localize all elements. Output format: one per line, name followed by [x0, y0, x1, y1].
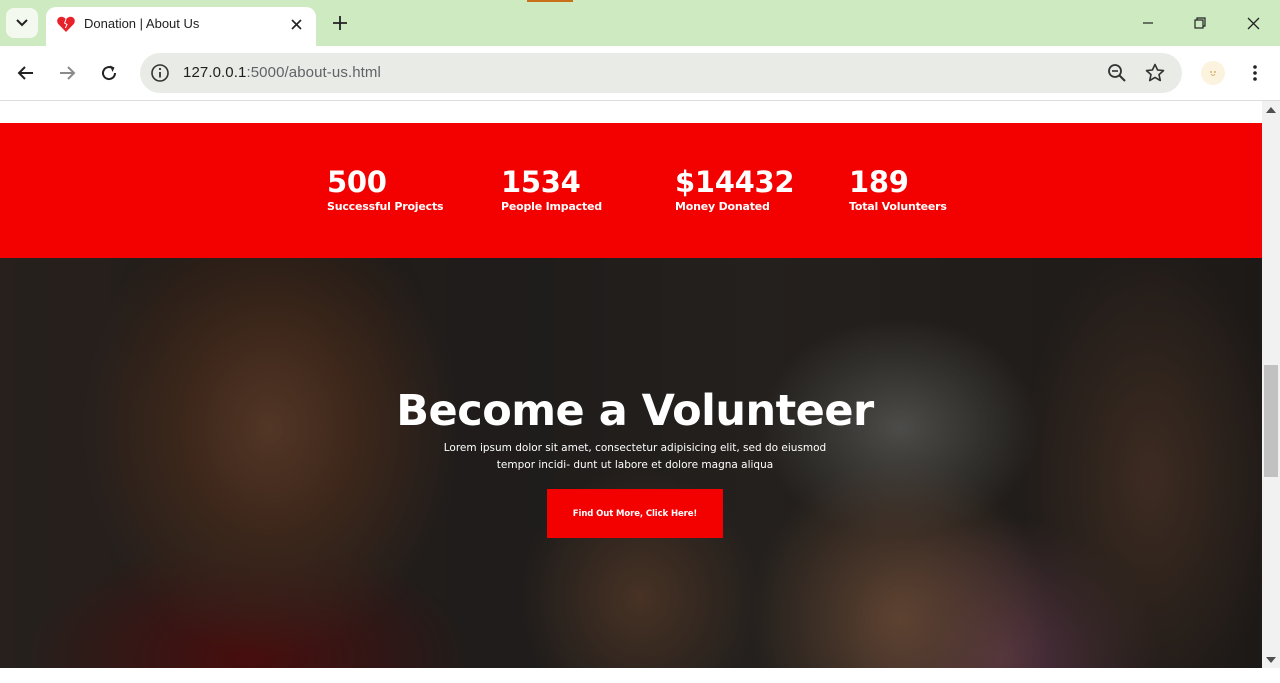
- stat-label: Successful Projects: [327, 200, 444, 213]
- browser-tab-active[interactable]: Donation | About Us: [46, 7, 316, 46]
- browser-menu-button[interactable]: [1243, 61, 1267, 85]
- stat-item: 500 Successful Projects: [327, 165, 444, 214]
- hero-text-line: Lorem ipsum dolor sit amet, consectetur …: [443, 442, 827, 454]
- scroll-down-arrow-icon[interactable]: [1266, 657, 1276, 663]
- minimize-icon: [1143, 22, 1153, 24]
- stat-item: 1534 People Impacted: [501, 165, 602, 214]
- stat-value: 1534: [501, 165, 581, 199]
- hero-text-line: tempor incidi- dunt ut labore et dolore …: [496, 459, 774, 471]
- stat-value: 500: [327, 165, 387, 199]
- arrow-left-icon: [17, 66, 33, 80]
- restore-icon: [1194, 17, 1206, 29]
- tab-title: Donation | About Us: [84, 16, 200, 31]
- reload-icon: [102, 65, 117, 81]
- bookmark-star-icon[interactable]: [1144, 62, 1166, 84]
- address-url[interactable]: 127.0.0.1:5000/about-us.html: [183, 64, 381, 81]
- scroll-up-arrow-icon[interactable]: [1266, 107, 1276, 113]
- stat-item: $14432 Money Donated: [675, 165, 795, 214]
- new-tab-button[interactable]: [326, 9, 354, 37]
- forward-button[interactable]: [51, 57, 83, 89]
- hero-title: Become a Volunteer: [396, 386, 874, 436]
- arrow-right-icon: [60, 66, 76, 80]
- stat-value: $14432: [675, 165, 795, 199]
- window-close-button[interactable]: [1231, 8, 1275, 38]
- tab-close-button[interactable]: [286, 14, 306, 34]
- window-bottom-edge: [0, 668, 1280, 683]
- restore-button[interactable]: [1178, 8, 1222, 38]
- tab-strip-accent: [527, 0, 573, 2]
- site-info-icon[interactable]: [150, 63, 170, 83]
- stat-label: People Impacted: [501, 200, 602, 213]
- url-path: :5000/about-us.html: [246, 64, 381, 81]
- stats-section: 500 Successful Projects 1534 People Impa…: [0, 123, 1262, 258]
- chevron-down-icon: [16, 19, 28, 27]
- find-out-more-button[interactable]: Find Out More, Click Here!: [547, 489, 723, 538]
- heart-icon: [57, 16, 75, 32]
- stat-label: Total Volunteers: [849, 200, 947, 213]
- close-icon: [1247, 17, 1259, 29]
- volunteer-hero: Become a Volunteer Lorem ipsum dolor sit…: [0, 258, 1262, 668]
- address-bar[interactable]: 127.0.0.1:5000/about-us.html: [140, 53, 1182, 93]
- plus-icon: [333, 16, 347, 30]
- page-viewport: 500 Successful Projects 1534 People Impa…: [0, 101, 1262, 668]
- tab-search-button[interactable]: [6, 8, 38, 38]
- browser-toolbar: 127.0.0.1:5000/about-us.html: [0, 46, 1280, 100]
- url-host: 127.0.0.1: [183, 64, 247, 81]
- tab-strip: Donation | About Us: [0, 0, 1280, 46]
- minimize-button[interactable]: [1126, 8, 1170, 38]
- extension-icon[interactable]: [1201, 61, 1225, 85]
- page-scrollbar[interactable]: [1262, 101, 1280, 668]
- zoom-icon[interactable]: [1106, 62, 1128, 84]
- more-vert-icon: [1253, 65, 1257, 81]
- face-icon: [1210, 71, 1216, 76]
- scrollbar-thumb[interactable]: [1264, 365, 1278, 477]
- reload-button[interactable]: [93, 57, 125, 89]
- hero-description: Lorem ipsum dolor sit amet, consectetur …: [0, 440, 1262, 474]
- stat-value: 189: [849, 165, 909, 199]
- stat-label: Money Donated: [675, 200, 770, 213]
- stat-item: 189 Total Volunteers: [849, 165, 947, 214]
- back-button[interactable]: [10, 57, 42, 89]
- close-icon: [290, 18, 302, 30]
